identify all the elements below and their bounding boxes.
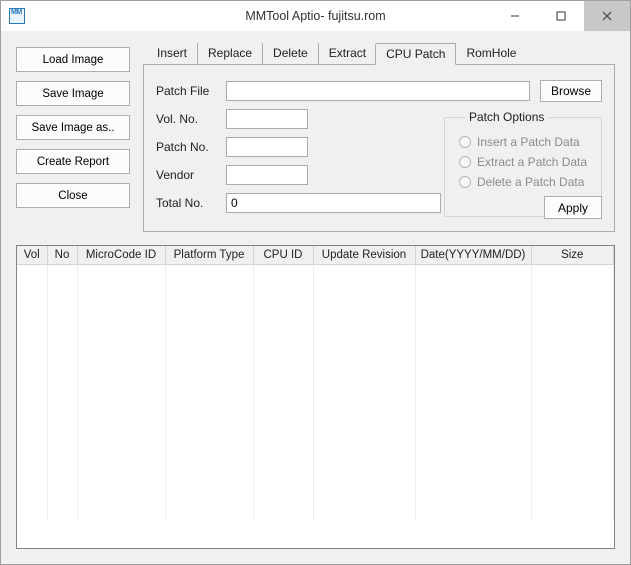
radio-insert-patch[interactable]: Insert a Patch Data — [459, 132, 591, 152]
table-row — [17, 384, 614, 401]
tabs-strip: Insert Replace Delete Extract CPU Patch … — [143, 43, 615, 65]
col-date[interactable]: Date(YYYY/MM/DD) — [415, 246, 531, 265]
table-row — [17, 469, 614, 486]
total-no-input[interactable]: 0 — [226, 193, 441, 213]
browse-button[interactable]: Browse — [540, 80, 602, 102]
top-row: Load Image Save Image Save Image as.. Cr… — [16, 41, 615, 232]
close-icon — [602, 11, 612, 21]
table-row — [17, 367, 614, 384]
patch-no-input[interactable] — [226, 137, 308, 157]
save-image-button[interactable]: Save Image — [16, 81, 130, 106]
table-row — [17, 503, 614, 520]
app-window: MMTool Aptio- fujitsu.rom Load Image Sav… — [0, 0, 631, 565]
patch-no-label: Patch No. — [156, 140, 226, 154]
microcode-table[interactable]: Vol No MicroCode ID Platform Type CPU ID… — [17, 246, 614, 520]
save-image-as-button[interactable]: Save Image as.. — [16, 115, 130, 140]
radio-extract-patch[interactable]: Extract a Patch Data — [459, 152, 591, 172]
radio-label: Delete a Patch Data — [477, 175, 584, 189]
tab-extract[interactable]: Extract — [318, 43, 376, 65]
minimize-icon — [510, 11, 520, 21]
col-cpu-id[interactable]: CPU ID — [253, 246, 313, 265]
table-body — [17, 265, 614, 520]
vol-no-label: Vol. No. — [156, 112, 226, 126]
col-update-revision[interactable]: Update Revision — [313, 246, 415, 265]
table-header-row: Vol No MicroCode ID Platform Type CPU ID… — [17, 246, 614, 265]
client-area: Load Image Save Image Save Image as.. Cr… — [1, 31, 630, 564]
radio-label: Extract a Patch Data — [477, 155, 587, 169]
patch-file-label: Patch File — [156, 84, 226, 98]
table-row — [17, 333, 614, 350]
window-controls — [492, 1, 630, 31]
table-row — [17, 435, 614, 452]
table-row — [17, 418, 614, 435]
tab-cpu-patch[interactable]: CPU Patch — [375, 43, 456, 65]
microcode-table-wrap: Vol No MicroCode ID Platform Type CPU ID… — [16, 245, 615, 549]
table-row — [17, 265, 614, 282]
maximize-button[interactable] — [538, 1, 584, 31]
table-row — [17, 401, 614, 418]
sidebar-button-column: Load Image Save Image Save Image as.. Cr… — [16, 41, 130, 232]
radio-icon — [459, 176, 471, 188]
title-bar: MMTool Aptio- fujitsu.rom — [1, 1, 630, 31]
table-row — [17, 282, 614, 299]
radio-label: Insert a Patch Data — [477, 135, 580, 149]
tab-delete[interactable]: Delete — [262, 43, 318, 65]
radio-icon — [459, 136, 471, 148]
tabs-area: Insert Replace Delete Extract CPU Patch … — [143, 41, 615, 232]
cpu-patch-page: Patch File Browse Vol. No. Patch No. Ven… — [143, 64, 615, 232]
col-microcode-id[interactable]: MicroCode ID — [77, 246, 165, 265]
tab-replace[interactable]: Replace — [197, 43, 262, 65]
total-no-label: Total No. — [156, 196, 226, 210]
col-no[interactable]: No — [47, 246, 77, 265]
close-button[interactable]: Close — [16, 183, 130, 208]
col-platform-type[interactable]: Platform Type — [165, 246, 253, 265]
radio-delete-patch[interactable]: Delete a Patch Data — [459, 172, 591, 192]
load-image-button[interactable]: Load Image — [16, 47, 130, 72]
table-row — [17, 316, 614, 333]
table-row — [17, 350, 614, 367]
tab-romhole[interactable]: RomHole — [455, 43, 526, 65]
vendor-label: Vendor — [156, 168, 226, 182]
patch-options-list: Insert a Patch Data Extract a Patch Data… — [445, 118, 601, 192]
app-icon — [9, 8, 25, 24]
table-row — [17, 486, 614, 503]
close-window-button[interactable] — [584, 1, 630, 31]
patch-options-legend: Patch Options — [465, 110, 548, 124]
vol-no-input[interactable] — [226, 109, 308, 129]
col-size[interactable]: Size — [531, 246, 614, 265]
minimize-button[interactable] — [492, 1, 538, 31]
table-row — [17, 452, 614, 469]
table-row — [17, 299, 614, 316]
radio-icon — [459, 156, 471, 168]
vendor-input[interactable] — [226, 165, 308, 185]
maximize-icon — [556, 11, 566, 21]
apply-button[interactable]: Apply — [544, 196, 602, 219]
patch-file-input[interactable] — [226, 81, 530, 101]
tab-insert[interactable]: Insert — [147, 43, 197, 65]
col-vol[interactable]: Vol — [17, 246, 47, 265]
create-report-button[interactable]: Create Report — [16, 149, 130, 174]
